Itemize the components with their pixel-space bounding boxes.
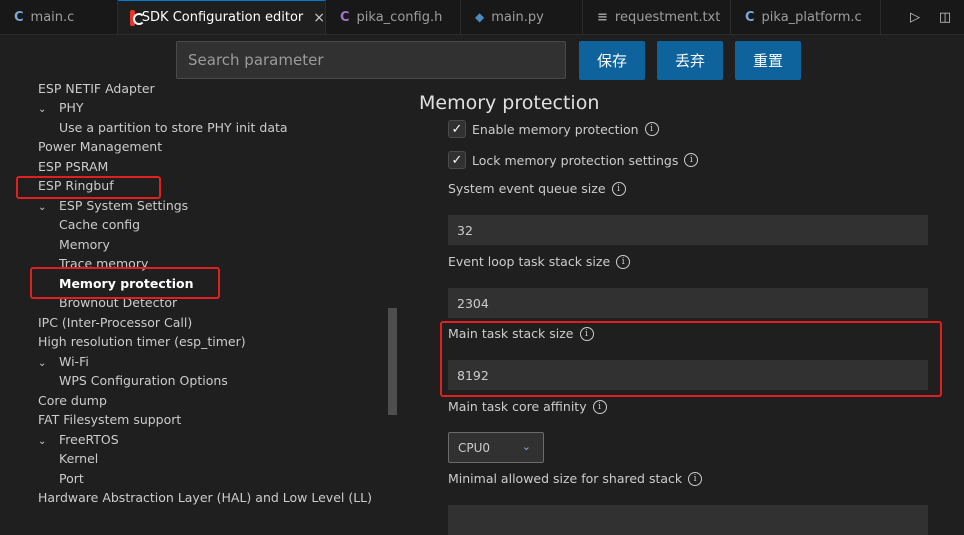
setting-label: Enable memory protection xyxy=(472,121,639,137)
event-loop-label-row: Event loop task stack size i xyxy=(448,254,631,269)
core-affinity-select[interactable]: CPU0 ⌄ xyxy=(448,432,544,463)
tree-item-esp-system-settings[interactable]: ⌄ ESP System Settings xyxy=(38,196,188,215)
search-input[interactable] xyxy=(176,41,566,79)
info-icon[interactable]: i xyxy=(684,153,699,167)
info-icon[interactable]: i xyxy=(616,254,631,269)
tree-item-memory-protection[interactable]: Memory protection xyxy=(59,274,194,293)
enable-memory-protection-row: ✓ Enable memory protection i xyxy=(448,119,659,139)
select-value: CPU0 xyxy=(458,440,491,455)
config-tree: ESP NETIF Adapter ⌄ PHY Use a partition t… xyxy=(0,83,398,515)
run-icon[interactable]: ▷ xyxy=(904,6,926,28)
c-file-icon: C xyxy=(14,9,24,25)
tab-label: requestment.txt xyxy=(614,9,721,25)
tree-item-hal-ll[interactable]: Hardware Abstraction Layer (HAL) and Low… xyxy=(38,488,372,507)
lock-memory-protection-checkbox[interactable]: ✓ xyxy=(448,151,466,169)
chevron-down-icon[interactable]: ⌄ xyxy=(38,198,52,217)
save-button[interactable]: 保存 xyxy=(579,41,645,80)
tree-item-esp-timer[interactable]: High resolution timer (esp_timer) xyxy=(38,332,246,351)
tree-item-ipc[interactable]: IPC (Inter-Processor Call) xyxy=(38,313,192,332)
tree-item-esp-psram[interactable]: ESP PSRAM xyxy=(38,157,108,176)
tree-item-esp-ringbuf[interactable]: ESP Ringbuf xyxy=(38,176,114,195)
editor-tab-bar: C main.c SDK Configuration editor × C pi… xyxy=(0,0,964,35)
discard-button[interactable]: 丢弃 xyxy=(657,41,723,80)
main-task-stack-input[interactable] xyxy=(448,360,928,390)
tree-item-trace-memory[interactable]: Trace memory xyxy=(59,254,148,273)
tree-item-wps-config[interactable]: WPS Configuration Options xyxy=(59,371,228,390)
split-editor-icon[interactable]: ◫ xyxy=(934,6,956,28)
espressif-icon xyxy=(130,9,145,26)
core-affinity-label-row: Main task core affinity i xyxy=(448,399,607,414)
info-icon[interactable]: i xyxy=(579,326,594,341)
tree-item-power-management[interactable]: Power Management xyxy=(38,137,162,156)
tree-item-wifi[interactable]: ⌄ Wi-Fi xyxy=(38,352,89,371)
tree-item-freertos[interactable]: ⌄ FreeRTOS xyxy=(38,430,119,449)
chevron-down-icon[interactable]: ⌄ xyxy=(38,100,52,119)
reset-button[interactable]: 重置 xyxy=(735,41,801,80)
tab-pika-config-h[interactable]: C pika_config.h xyxy=(326,0,461,34)
main-task-stack-label-row: Main task stack size i xyxy=(448,326,594,341)
tree-item-core-dump[interactable]: Core dump xyxy=(38,391,107,410)
min-shared-stack-input[interactable] xyxy=(448,505,928,535)
tree-item-phy-partition[interactable]: Use a partition to store PHY init data xyxy=(59,118,288,137)
tree-item-phy[interactable]: ⌄ PHY xyxy=(38,98,84,117)
tab-label: SDK Configuration editor xyxy=(141,10,304,25)
tree-item-port[interactable]: Port xyxy=(59,469,84,488)
python-icon: ◆ xyxy=(475,10,485,24)
setting-label: Main task core affinity xyxy=(448,399,587,414)
tab-main-c[interactable]: C main.c xyxy=(0,0,118,34)
tree-item-esp-netif-adapter[interactable]: ESP NETIF Adapter xyxy=(38,83,155,98)
tab-label: main.c xyxy=(30,9,75,25)
tab-label: pika_config.h xyxy=(356,9,443,25)
close-icon[interactable]: × xyxy=(313,10,325,26)
section-title: Memory protection xyxy=(419,92,600,114)
chevron-down-icon: ⌄ xyxy=(521,440,531,453)
tab-pika-platform-c[interactable]: C pika_platform.c xyxy=(731,0,881,34)
tab-label: pika_platform.c xyxy=(761,9,862,25)
tab-sdk-configuration-editor[interactable]: SDK Configuration editor × xyxy=(118,0,326,34)
setting-label: Lock memory protection settings xyxy=(472,152,679,168)
tree-item-kernel[interactable]: Kernel xyxy=(59,449,98,468)
tab-requestment-txt[interactable]: ≡ requestment.txt xyxy=(583,0,731,34)
tree-item-memory[interactable]: Memory xyxy=(59,235,110,254)
c-header-icon: C xyxy=(340,9,350,25)
min-shared-stack-label-row: Minimal allowed size for shared stack i xyxy=(448,471,703,486)
event-queue-size-input[interactable] xyxy=(448,215,928,245)
chevron-down-icon[interactable]: ⌄ xyxy=(38,432,52,451)
info-icon[interactable]: i xyxy=(644,122,659,136)
info-icon[interactable]: i xyxy=(592,399,607,414)
setting-label: Main task stack size xyxy=(448,326,574,341)
setting-label: Event loop task stack size xyxy=(448,254,611,269)
info-icon[interactable]: i xyxy=(688,471,703,486)
tab-label: main.py xyxy=(491,9,544,25)
tree-item-fat-filesystem[interactable]: FAT Filesystem support xyxy=(38,410,181,429)
event-queue-label-row: System event queue size i xyxy=(448,181,626,196)
editor-actions: ▷ ◫ xyxy=(896,0,964,34)
tree-item-cache-config[interactable]: Cache config xyxy=(59,215,140,234)
tree-scrollbar[interactable] xyxy=(388,308,397,415)
tab-main-py[interactable]: ◆ main.py xyxy=(461,0,583,34)
c-file-icon: C xyxy=(745,9,755,25)
tree-item-brownout-detector[interactable]: Brownout Detector xyxy=(59,293,177,312)
enable-memory-protection-checkbox[interactable]: ✓ xyxy=(448,120,466,138)
setting-label: System event queue size xyxy=(448,181,606,196)
info-icon[interactable]: i xyxy=(611,181,626,196)
text-file-icon: ≡ xyxy=(597,9,608,25)
setting-label: Minimal allowed size for shared stack xyxy=(448,471,683,486)
lock-memory-protection-row: ✓ Lock memory protection settings i xyxy=(448,150,699,170)
chevron-down-icon[interactable]: ⌄ xyxy=(38,354,52,373)
event-loop-stack-input[interactable] xyxy=(448,288,928,318)
